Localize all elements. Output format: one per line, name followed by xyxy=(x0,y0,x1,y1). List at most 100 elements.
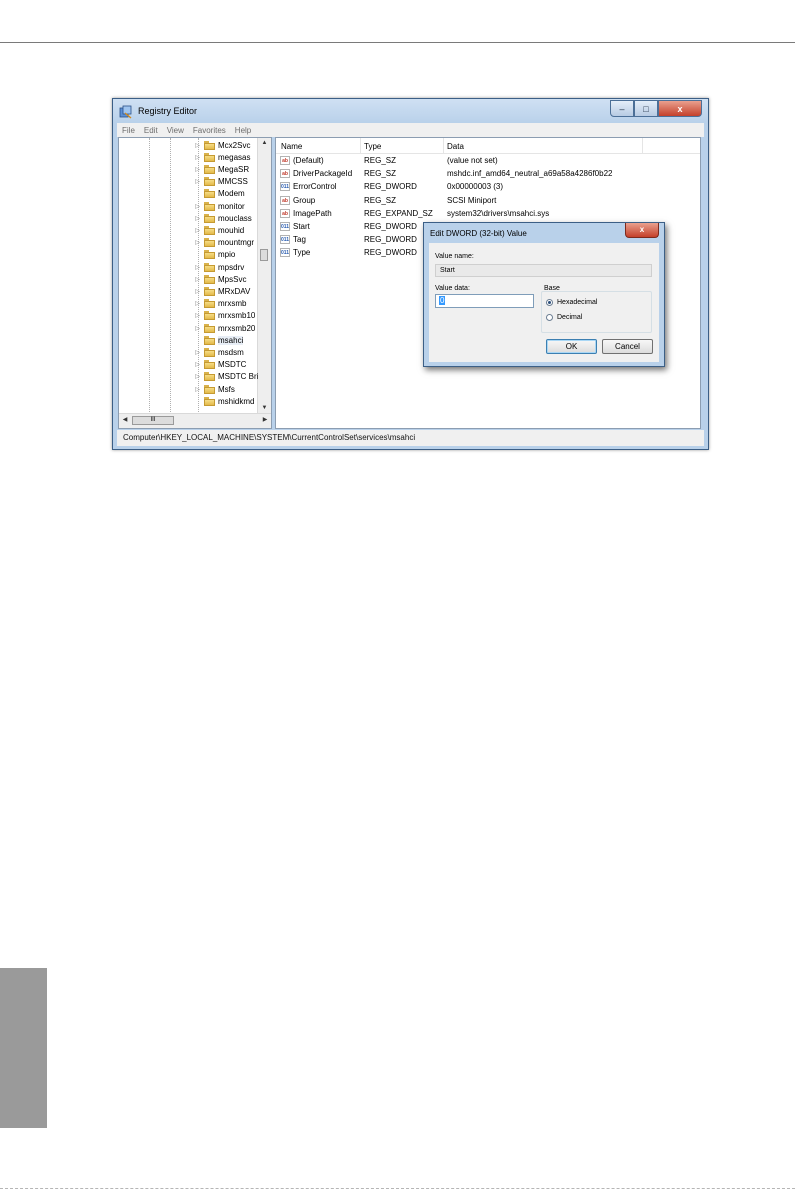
folder-icon xyxy=(204,360,215,370)
string-value-icon: ab xyxy=(280,208,290,218)
registry-editor-icon xyxy=(119,105,132,119)
value-name: Tag xyxy=(293,235,306,245)
scroll-right-arrow-icon[interactable]: ▶ xyxy=(259,414,271,427)
expand-arrow-icon[interactable]: ▷ xyxy=(194,386,201,393)
tree-item[interactable]: Modem xyxy=(119,188,257,200)
value-type: REG_DWORD xyxy=(364,248,417,258)
tree-horizontal-scrollbar[interactable]: ◀ III ▶ xyxy=(119,413,271,428)
close-button[interactable]: x xyxy=(658,100,702,117)
registry-value-row[interactable]: ab (Default) REG_SZ (value not set) xyxy=(276,154,700,167)
value-data-label: Value data: xyxy=(435,285,470,292)
dword-value-icon: 011 xyxy=(280,222,290,231)
page-side-tab xyxy=(0,968,47,1128)
expand-arrow-icon[interactable]: ▷ xyxy=(194,178,201,185)
tree-item[interactable]: ▷ MRxDAV xyxy=(119,285,257,297)
tree-item[interactable]: ▷ MMCSS xyxy=(119,176,257,188)
tree-item[interactable]: ▷ mrxsmb20 xyxy=(119,322,257,334)
scroll-up-arrow-icon[interactable]: ▲ xyxy=(258,138,271,149)
registry-value-row[interactable]: ab DriverPackageId REG_SZ mshdc.inf_amd64_n… xyxy=(276,167,700,180)
string-value-icon: ab xyxy=(280,156,290,165)
expand-arrow-icon[interactable]: ▷ xyxy=(194,227,201,234)
expand-arrow-icon[interactable]: ▷ xyxy=(194,239,201,246)
tree-item[interactable]: msahci xyxy=(119,334,257,346)
tree-vertical-scrollbar[interactable]: ▲ ▼ xyxy=(257,138,271,414)
registry-value-row[interactable]: 011 ErrorControl REG_DWORD 0x00000003 (3) xyxy=(276,180,700,193)
value-name: ImagePath xyxy=(293,208,332,218)
dialog-close-button[interactable]: x xyxy=(625,223,659,238)
value-data-input[interactable]: 0 xyxy=(435,294,534,308)
column-separator[interactable] xyxy=(642,138,643,153)
expand-arrow-icon[interactable]: ▷ xyxy=(194,203,201,210)
tree-item[interactable]: ▷ msdsm xyxy=(119,346,257,358)
ok-button[interactable]: OK xyxy=(546,339,597,354)
cancel-button[interactable]: Cancel xyxy=(602,339,653,354)
menu-file[interactable]: File xyxy=(122,126,135,135)
tree-item[interactable]: ▷ MpsSvc xyxy=(119,273,257,285)
expand-arrow-icon[interactable]: ▷ xyxy=(194,312,201,319)
caption-buttons: – □ x xyxy=(610,100,702,117)
minimize-button[interactable]: – xyxy=(610,100,634,117)
menu-edit[interactable]: Edit xyxy=(144,126,158,135)
registry-tree-pane[interactable]: ▲ ▼ ◀ III ▶ ▷ Mcx2Svc ▷ megasas ▷ MegaSR ▷ MMCS… xyxy=(118,137,272,429)
tree-item[interactable]: ▷ MegaSR xyxy=(119,163,257,175)
tree-item[interactable]: mshidkmd xyxy=(119,395,257,407)
expand-arrow-icon[interactable]: ▷ xyxy=(194,215,201,222)
tree-item[interactable]: ▷ mrxsmb10 xyxy=(119,310,257,322)
tree-item[interactable]: ▷ mouclass xyxy=(119,212,257,224)
expand-arrow-icon[interactable]: ▷ xyxy=(194,288,201,295)
tree-item[interactable]: ▷ MSDTC Bri xyxy=(119,371,259,383)
tree-item[interactable]: ▷ mouhid xyxy=(119,224,257,236)
column-header-data[interactable]: Data xyxy=(447,142,464,151)
menu-view[interactable]: View xyxy=(167,126,184,135)
expand-arrow-icon[interactable]: ▷ xyxy=(194,276,201,283)
decimal-radio[interactable]: Decimal xyxy=(546,312,582,322)
expand-arrow-icon[interactable]: ▷ xyxy=(194,154,201,161)
title-bar[interactable]: Registry Editor – □ x xyxy=(113,99,708,123)
expand-arrow-icon[interactable]: ▷ xyxy=(194,349,201,356)
folder-icon xyxy=(204,250,215,260)
tree-item-label: MSDTC Bri xyxy=(218,372,259,382)
decimal-label: Decimal xyxy=(557,313,583,321)
tree-item-label: MSDTC xyxy=(218,360,247,370)
radio-selected-icon[interactable] xyxy=(546,298,553,306)
expand-arrow-icon[interactable]: ▷ xyxy=(194,142,201,149)
horizontal-scroll-thumb[interactable]: III xyxy=(132,416,174,425)
tree-item-label: mouhid xyxy=(218,225,245,235)
status-bar-path: Computer\HKEY_LOCAL_MACHINE\SYSTEM\Curre… xyxy=(117,430,704,446)
tree-item[interactable]: mpio xyxy=(119,249,257,261)
registry-value-row[interactable]: ab ImagePath REG_EXPAND_SZ system32\drivers… xyxy=(276,207,700,220)
registry-value-row[interactable]: ab Group REG_SZ SCSI Miniport xyxy=(276,194,700,207)
expand-arrow-icon[interactable]: ▷ xyxy=(194,325,201,332)
expand-arrow-icon[interactable]: ▷ xyxy=(194,361,201,368)
scroll-thumb[interactable] xyxy=(260,249,268,261)
expand-arrow-icon[interactable]: ▷ xyxy=(194,373,201,380)
tree-item-label: mrxsmb xyxy=(218,299,247,309)
column-header-name[interactable]: Name xyxy=(281,142,302,151)
tree-item[interactable]: ▷ mountmgr xyxy=(119,237,257,249)
maximize-button[interactable]: □ xyxy=(634,100,658,117)
column-separator[interactable] xyxy=(360,138,361,153)
value-name-field: Start xyxy=(435,264,652,277)
tree-item[interactable]: ▷ mrxsmb xyxy=(119,298,257,310)
expand-arrow-icon[interactable]: ▷ xyxy=(194,300,201,307)
hexadecimal-radio[interactable]: Hexadecimal xyxy=(546,297,597,307)
expand-arrow-icon[interactable]: ▷ xyxy=(194,166,201,173)
column-header-type[interactable]: Type xyxy=(364,142,381,151)
tree-item[interactable]: ▷ Mcx2Svc xyxy=(119,139,257,151)
expand-arrow-icon[interactable]: ▷ xyxy=(194,264,201,271)
scroll-left-arrow-icon[interactable]: ◀ xyxy=(119,414,131,427)
value-type: REG_SZ xyxy=(364,169,397,179)
column-separator[interactable] xyxy=(443,138,444,153)
tree-item[interactable]: ▷ Msfs xyxy=(119,383,257,395)
tree-item[interactable]: ▷ monitor xyxy=(119,200,257,212)
menu-help[interactable]: Help xyxy=(235,126,251,135)
tree-item[interactable]: ▷ MSDTC xyxy=(119,359,257,371)
tree-item[interactable]: ▷ mpsdrv xyxy=(119,261,257,273)
radio-unselected-icon[interactable] xyxy=(546,313,553,321)
menu-favorites[interactable]: Favorites xyxy=(193,126,226,135)
value-type: REG_DWORD xyxy=(364,222,417,231)
column-headers: Name Type Data xyxy=(276,138,700,154)
tree-item[interactable]: ▷ megasas xyxy=(119,151,257,163)
folder-icon xyxy=(204,152,215,162)
tree-item-label: MRxDAV xyxy=(218,286,251,296)
